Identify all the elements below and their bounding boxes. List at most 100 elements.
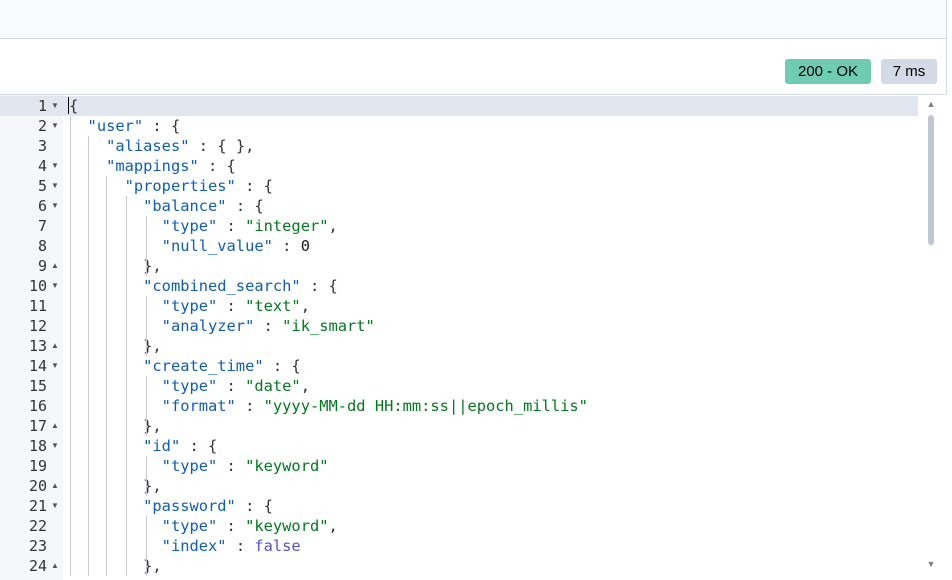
code-token: "properties" [124, 177, 236, 195]
fold-collapse-icon[interactable]: ▼ [50, 196, 60, 216]
code-token: "id" [143, 437, 181, 455]
code-text: "index" : false [69, 536, 301, 556]
code-token: "user" [87, 117, 144, 135]
line-number: 18 [28, 437, 47, 455]
code-token: : { [180, 437, 218, 455]
indent-guide [88, 136, 89, 576]
code-token: "type" [161, 217, 218, 235]
code-token: "text" [245, 297, 301, 315]
code-token: "aliases" [106, 137, 190, 155]
line-number: 6 [37, 197, 47, 215]
fold-expand-icon[interactable]: ▲ [50, 476, 60, 496]
code-token: "keyword" [245, 457, 329, 475]
code-token: "create_time" [143, 357, 264, 375]
code-token: "null_value" [161, 237, 273, 255]
code-token: "type" [161, 297, 218, 315]
code-text: }, [69, 416, 162, 436]
code-text: }, [69, 556, 162, 576]
code-token: "ik_smart" [282, 317, 375, 335]
code-token: : [217, 457, 246, 475]
line-number: 3 [37, 137, 47, 155]
indent-guide [70, 116, 71, 576]
line-number: 10 [28, 277, 47, 295]
code-token: "type" [161, 517, 218, 535]
code-token: "analyzer" [161, 317, 255, 335]
line-number: 9 [37, 257, 47, 275]
code-text: "mappings" : { [69, 156, 236, 176]
code-text: }, [69, 476, 162, 496]
line-number: 5 [37, 177, 47, 195]
code-text: "balance" : { [69, 196, 264, 216]
code-token: : { }, [189, 137, 255, 155]
line-number: 4 [37, 157, 47, 175]
code-token: "mappings" [106, 157, 199, 175]
code-token: : { [235, 497, 273, 515]
fold-expand-icon[interactable]: ▲ [50, 416, 60, 436]
indent-guide [146, 456, 147, 496]
scroll-down-arrow-icon[interactable]: ▼ [925, 558, 937, 570]
fold-collapse-icon[interactable]: ▼ [50, 356, 60, 376]
fold-collapse-icon[interactable]: ▼ [50, 496, 60, 516]
code-token: "balance" [143, 197, 227, 215]
code-token: , [300, 297, 310, 315]
code-line [0, 96, 918, 116]
indent-guide [146, 516, 147, 576]
code-text: "create_time" : { [69, 356, 301, 376]
fold-collapse-icon[interactable]: ▼ [50, 276, 60, 296]
indent-guide [146, 296, 147, 356]
fold-collapse-icon[interactable]: ▼ [50, 156, 60, 176]
text-cursor [68, 97, 69, 114]
line-number: 14 [28, 357, 47, 375]
fold-collapse-icon[interactable]: ▼ [50, 176, 60, 196]
code-token: "combined_search" [143, 277, 301, 295]
code-token: 0 [300, 237, 310, 255]
code-text: }, [69, 256, 162, 276]
fold-expand-icon[interactable]: ▲ [50, 336, 60, 356]
line-number: 17 [28, 417, 47, 435]
fold-collapse-icon[interactable]: ▼ [50, 436, 60, 456]
code-token: : { [300, 277, 338, 295]
code-token: : [235, 397, 264, 415]
code-token: : { [263, 357, 301, 375]
fold-expand-icon[interactable]: ▲ [50, 556, 60, 576]
fold-expand-icon[interactable]: ▲ [50, 256, 60, 276]
code-text: "type" : "keyword" [69, 456, 329, 476]
code-token: , [300, 377, 310, 395]
fold-collapse-icon[interactable]: ▼ [50, 116, 60, 136]
code-text: "type" : "integer", [69, 216, 338, 236]
code-token: }, [69, 417, 162, 435]
code-text: { [69, 96, 78, 116]
line-number: 16 [28, 397, 47, 415]
code-token: "integer" [245, 217, 329, 235]
code-token: "password" [143, 497, 236, 515]
code-token: }, [69, 257, 162, 275]
scroll-up-arrow-icon[interactable]: ▲ [925, 98, 937, 110]
response-json-editor[interactable]: ▲ ▼ 1 ▼{2 ▼ "user" : {3 "aliases" : { }, 4 ▼… [0, 94, 946, 580]
code-token: , [328, 517, 338, 535]
indent-guide [106, 176, 107, 576]
status-badge: 200 - OK [785, 59, 871, 84]
indent-guide [146, 216, 147, 276]
response-time-badge: 7 ms [881, 59, 937, 84]
code-token: : [217, 517, 246, 535]
code-token: }, [69, 557, 162, 575]
code-token: : { [226, 197, 264, 215]
code-text: "id" : { [69, 436, 217, 456]
code-token: : { [198, 157, 236, 175]
line-number: 23 [28, 537, 47, 555]
line-number: 15 [28, 377, 47, 395]
code-token: : [217, 297, 246, 315]
code-token: "index" [161, 537, 227, 555]
code-text: "user" : { [69, 116, 181, 136]
fold-collapse-icon[interactable]: ▼ [50, 96, 60, 116]
code-text: "password" : { [69, 496, 273, 516]
vertical-scrollbar-thumb[interactable] [928, 115, 934, 245]
code-token: false [254, 537, 301, 555]
code-token: : [226, 537, 255, 555]
line-number: 20 [28, 477, 47, 495]
